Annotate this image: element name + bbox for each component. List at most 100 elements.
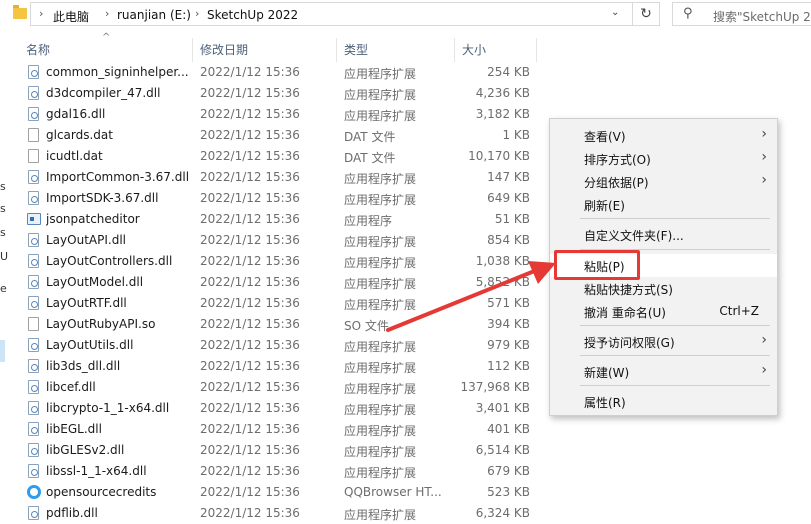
dll-file-icon bbox=[28, 338, 39, 352]
menu-item-properties[interactable]: 属性(R) bbox=[550, 390, 777, 413]
column-divider[interactable] bbox=[454, 38, 455, 62]
file-row[interactable]: LayOutRubyAPI.so 2022/1/12 15:36 SO 文件 394 … bbox=[18, 314, 538, 335]
file-row[interactable]: ImportCommon-3.67.dll 2022/1/12 15:36 应用程序… bbox=[18, 167, 538, 188]
file-date: 2022/1/12 15:36 bbox=[200, 422, 300, 436]
breadcrumb-drive[interactable]: ruanjian (E:) bbox=[117, 8, 191, 22]
menu-item-new[interactable]: 新建(W) › bbox=[550, 360, 777, 383]
menu-item-undo-rename[interactable]: 撤消 重命名(U) Ctrl+Z bbox=[550, 300, 777, 323]
address-bar[interactable]: › 此电脑 › ruanjian (E:) › SketchUp 2022 ⌄ bbox=[30, 2, 660, 26]
file-date: 2022/1/12 15:36 bbox=[200, 275, 300, 289]
file-row[interactable]: LayOutRTF.dll 2022/1/12 15:36 应用程序扩展 571 KB bbox=[18, 293, 538, 314]
dll-file-icon bbox=[28, 296, 39, 310]
file-row[interactable]: libcef.dll 2022/1/12 15:36 应用程序扩展 137,968 K… bbox=[18, 377, 538, 398]
menu-label: 粘贴快捷方式(S) bbox=[584, 283, 673, 297]
dll-file-icon bbox=[28, 506, 39, 520]
menu-item-group[interactable]: 分组依据(P) › bbox=[550, 170, 777, 193]
file-type: SO 文件 bbox=[344, 319, 389, 333]
file-icon bbox=[28, 317, 39, 331]
dll-file-icon bbox=[28, 443, 39, 457]
breadcrumb-this-pc[interactable]: 此电脑 bbox=[53, 8, 89, 25]
breadcrumb-separator: › bbox=[105, 7, 110, 20]
file-row[interactable]: ImportSDK-3.67.dll 2022/1/12 15:36 应用程序扩展 6… bbox=[18, 188, 538, 209]
file-date: 2022/1/12 15:36 bbox=[200, 170, 300, 184]
file-name: icudtl.dat bbox=[46, 149, 103, 163]
menu-item-view[interactable]: 查看(V) › bbox=[550, 124, 777, 147]
file-row[interactable]: jsonpatcheditor 2022/1/12 15:36 应用程序 51 KB bbox=[18, 209, 538, 230]
menu-label: 新建(W) bbox=[584, 366, 630, 380]
file-date: 2022/1/12 15:36 bbox=[200, 107, 300, 121]
column-divider[interactable] bbox=[336, 38, 337, 62]
menu-item-sort[interactable]: 排序方式(O) › bbox=[550, 147, 777, 170]
file-date: 2022/1/12 15:36 bbox=[200, 317, 300, 331]
menu-shortcut: Ctrl+Z bbox=[719, 304, 759, 318]
nav-item-fragment[interactable]: s bbox=[0, 180, 6, 193]
refresh-icon[interactable]: ↻ bbox=[632, 2, 660, 26]
address-row: › 此电脑 › ruanjian (E:) › SketchUp 2022 ⌄ … bbox=[0, 0, 811, 30]
search-placeholder: 搜索"SketchUp 20 bbox=[713, 10, 811, 24]
file-row[interactable]: d3dcompiler_47.dll 2022/1/12 15:36 应用程序扩展 4… bbox=[18, 83, 538, 104]
column-date[interactable]: 修改日期 bbox=[200, 38, 248, 62]
file-date: 2022/1/12 15:36 bbox=[200, 212, 300, 226]
dll-file-icon bbox=[28, 401, 39, 415]
file-name: d3dcompiler_47.dll bbox=[46, 86, 161, 100]
column-divider[interactable] bbox=[192, 38, 193, 62]
file-size: 137,968 KB bbox=[460, 380, 530, 394]
file-row[interactable]: LayOutAPI.dll 2022/1/12 15:36 应用程序扩展 854 KB bbox=[18, 230, 538, 251]
file-type: 应用程序 bbox=[344, 214, 393, 228]
dll-file-icon bbox=[28, 86, 39, 100]
menu-item-customize-folder[interactable]: 自定义文件夹(F)... bbox=[550, 223, 777, 246]
column-size[interactable]: 大小 bbox=[462, 38, 486, 62]
file-name: LayOutRTF.dll bbox=[46, 296, 127, 310]
file-name: LayOutControllers.dll bbox=[46, 254, 173, 268]
file-size: 523 KB bbox=[487, 485, 530, 499]
file-row[interactable]: icudtl.dat 2022/1/12 15:36 DAT 文件 10,170 KB bbox=[18, 146, 538, 167]
search-icon: ⚲ bbox=[683, 6, 693, 21]
file-size: 10,170 KB bbox=[468, 149, 530, 163]
dll-file-icon bbox=[28, 170, 39, 184]
file-row[interactable]: pdflib.dll 2022/1/12 15:36 应用程序扩展 6,324 KB bbox=[18, 503, 538, 524]
file-name: ImportSDK-3.67.dll bbox=[46, 191, 159, 205]
file-row[interactable]: LayOutModel.dll 2022/1/12 15:36 应用程序扩展 5,85… bbox=[18, 272, 538, 293]
file-row[interactable]: LayOutUtils.dll 2022/1/12 15:36 应用程序扩展 979 … bbox=[18, 335, 538, 356]
file-row[interactable]: lib3ds_dll.dll 2022/1/12 15:36 应用程序扩展 112 K… bbox=[18, 356, 538, 377]
search-box[interactable]: ⚲ 搜索"SketchUp 20 bbox=[672, 2, 811, 26]
file-size: 112 KB bbox=[487, 359, 530, 373]
file-type: 应用程序扩展 bbox=[344, 256, 417, 270]
file-size: 649 KB bbox=[487, 191, 530, 205]
breadcrumb-folder[interactable]: SketchUp 2022 bbox=[207, 8, 298, 22]
file-type: 应用程序扩展 bbox=[344, 298, 417, 312]
file-row[interactable]: gdal16.dll 2022/1/12 15:36 应用程序扩展 3,182 KB bbox=[18, 104, 538, 125]
file-row[interactable]: libGLESv2.dll 2022/1/12 15:36 应用程序扩展 6,514 … bbox=[18, 440, 538, 461]
dll-file-icon bbox=[28, 107, 39, 121]
menu-label: 分组依据(P) bbox=[584, 176, 649, 190]
nav-item-fragment[interactable]: U bbox=[0, 250, 8, 263]
file-row[interactable]: LayOutControllers.dll 2022/1/12 15:36 应用程序… bbox=[18, 251, 538, 272]
column-name[interactable]: 名称 bbox=[26, 38, 50, 62]
menu-item-refresh[interactable]: 刷新(E) bbox=[550, 193, 777, 216]
column-type[interactable]: 类型 bbox=[344, 38, 368, 62]
file-row[interactable]: opensourcecredits 2022/1/12 15:36 QQBrowse… bbox=[18, 482, 538, 503]
nav-item-fragment[interactable]: e bbox=[0, 282, 7, 295]
file-size: 3,182 KB bbox=[475, 107, 530, 121]
menu-item-paste-shortcut[interactable]: 粘贴快捷方式(S) bbox=[550, 277, 777, 300]
file-size: 5,852 KB bbox=[475, 275, 530, 289]
nav-item-fragment[interactable]: s bbox=[0, 226, 6, 239]
menu-item-grant-access[interactable]: 授予访问权限(G) › bbox=[550, 330, 777, 353]
menu-label: 排序方式(O) bbox=[584, 153, 651, 167]
nav-item-fragment[interactable]: s bbox=[0, 202, 6, 215]
folder-icon bbox=[13, 5, 27, 19]
file-type: 应用程序扩展 bbox=[344, 445, 417, 459]
file-row[interactable]: common_signinhelper.... 2022/1/12 15:36 应用… bbox=[18, 62, 538, 83]
file-name: opensourcecredits bbox=[46, 485, 157, 499]
file-date: 2022/1/12 15:36 bbox=[200, 149, 300, 163]
file-row[interactable]: libEGL.dll 2022/1/12 15:36 应用程序扩展 401 KB bbox=[18, 419, 538, 440]
dll-file-icon bbox=[28, 233, 39, 247]
file-row[interactable]: libcrypto-1_1-x64.dll 2022/1/12 15:36 应用程序… bbox=[18, 398, 538, 419]
file-name: LayOutModel.dll bbox=[46, 275, 144, 289]
chevron-down-icon[interactable]: ⌄ bbox=[611, 7, 619, 18]
file-type: 应用程序扩展 bbox=[344, 508, 417, 522]
file-row[interactable]: glcards.dat 2022/1/12 15:36 DAT 文件 1 KB bbox=[18, 125, 538, 146]
file-size: 401 KB bbox=[487, 422, 530, 436]
column-divider[interactable] bbox=[536, 38, 537, 62]
file-row[interactable]: libssl-1_1-x64.dll 2022/1/12 15:36 应用程序扩展 6… bbox=[18, 461, 538, 482]
